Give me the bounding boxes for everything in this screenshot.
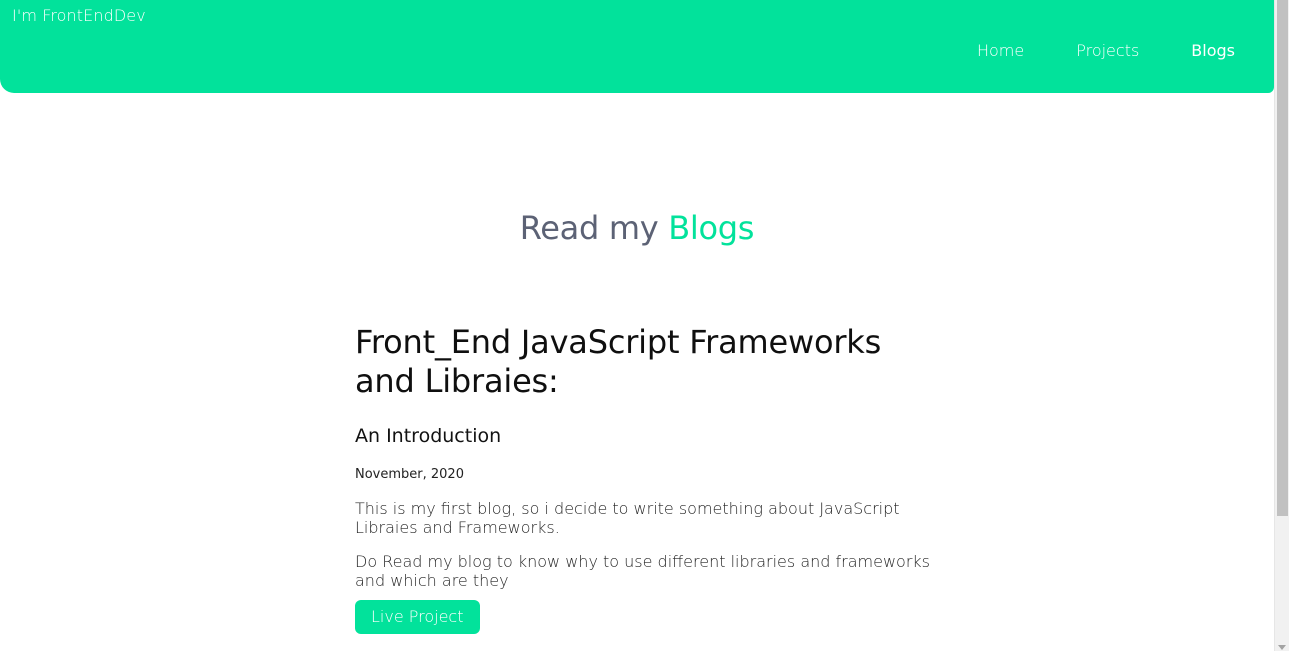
blog-title: Front_End JavaScript Frameworks and Libr… [355,323,882,400]
scroll-down-arrow-icon[interactable] [1278,645,1286,650]
nav-projects[interactable]: Projects [1076,41,1139,60]
nav-blogs[interactable]: Blogs [1191,41,1235,60]
section-title-accent: Blogs [668,209,755,247]
site-header: I'm FrontEndDev Home Projects Blogs [0,0,1274,93]
blog-card: Front_End JavaScript Frameworks and Libr… [355,323,960,634]
section-title-prefix: Read my [519,209,659,247]
blog-paragraph: Do Read my blog to know why to use diffe… [355,552,930,590]
vertical-scrollbar[interactable] [1274,0,1289,651]
blog-subtitle: An Introduction [355,425,502,447]
brand-logo[interactable]: I'm FrontEndDev [12,6,146,25]
nav-home[interactable]: Home [977,41,1024,60]
blog-paragraph: This is my first blog, so i decide to wr… [355,499,900,537]
section-title: Read my Blogs [0,209,1274,247]
page: I'm FrontEndDev Home Projects Blogs Read… [0,0,1289,651]
scrollbar-thumb[interactable] [1277,0,1288,516]
live-project-button[interactable]: Live Project [355,600,480,634]
main-nav: Home Projects Blogs [977,41,1235,60]
blog-date: November, 2020 [355,467,464,482]
